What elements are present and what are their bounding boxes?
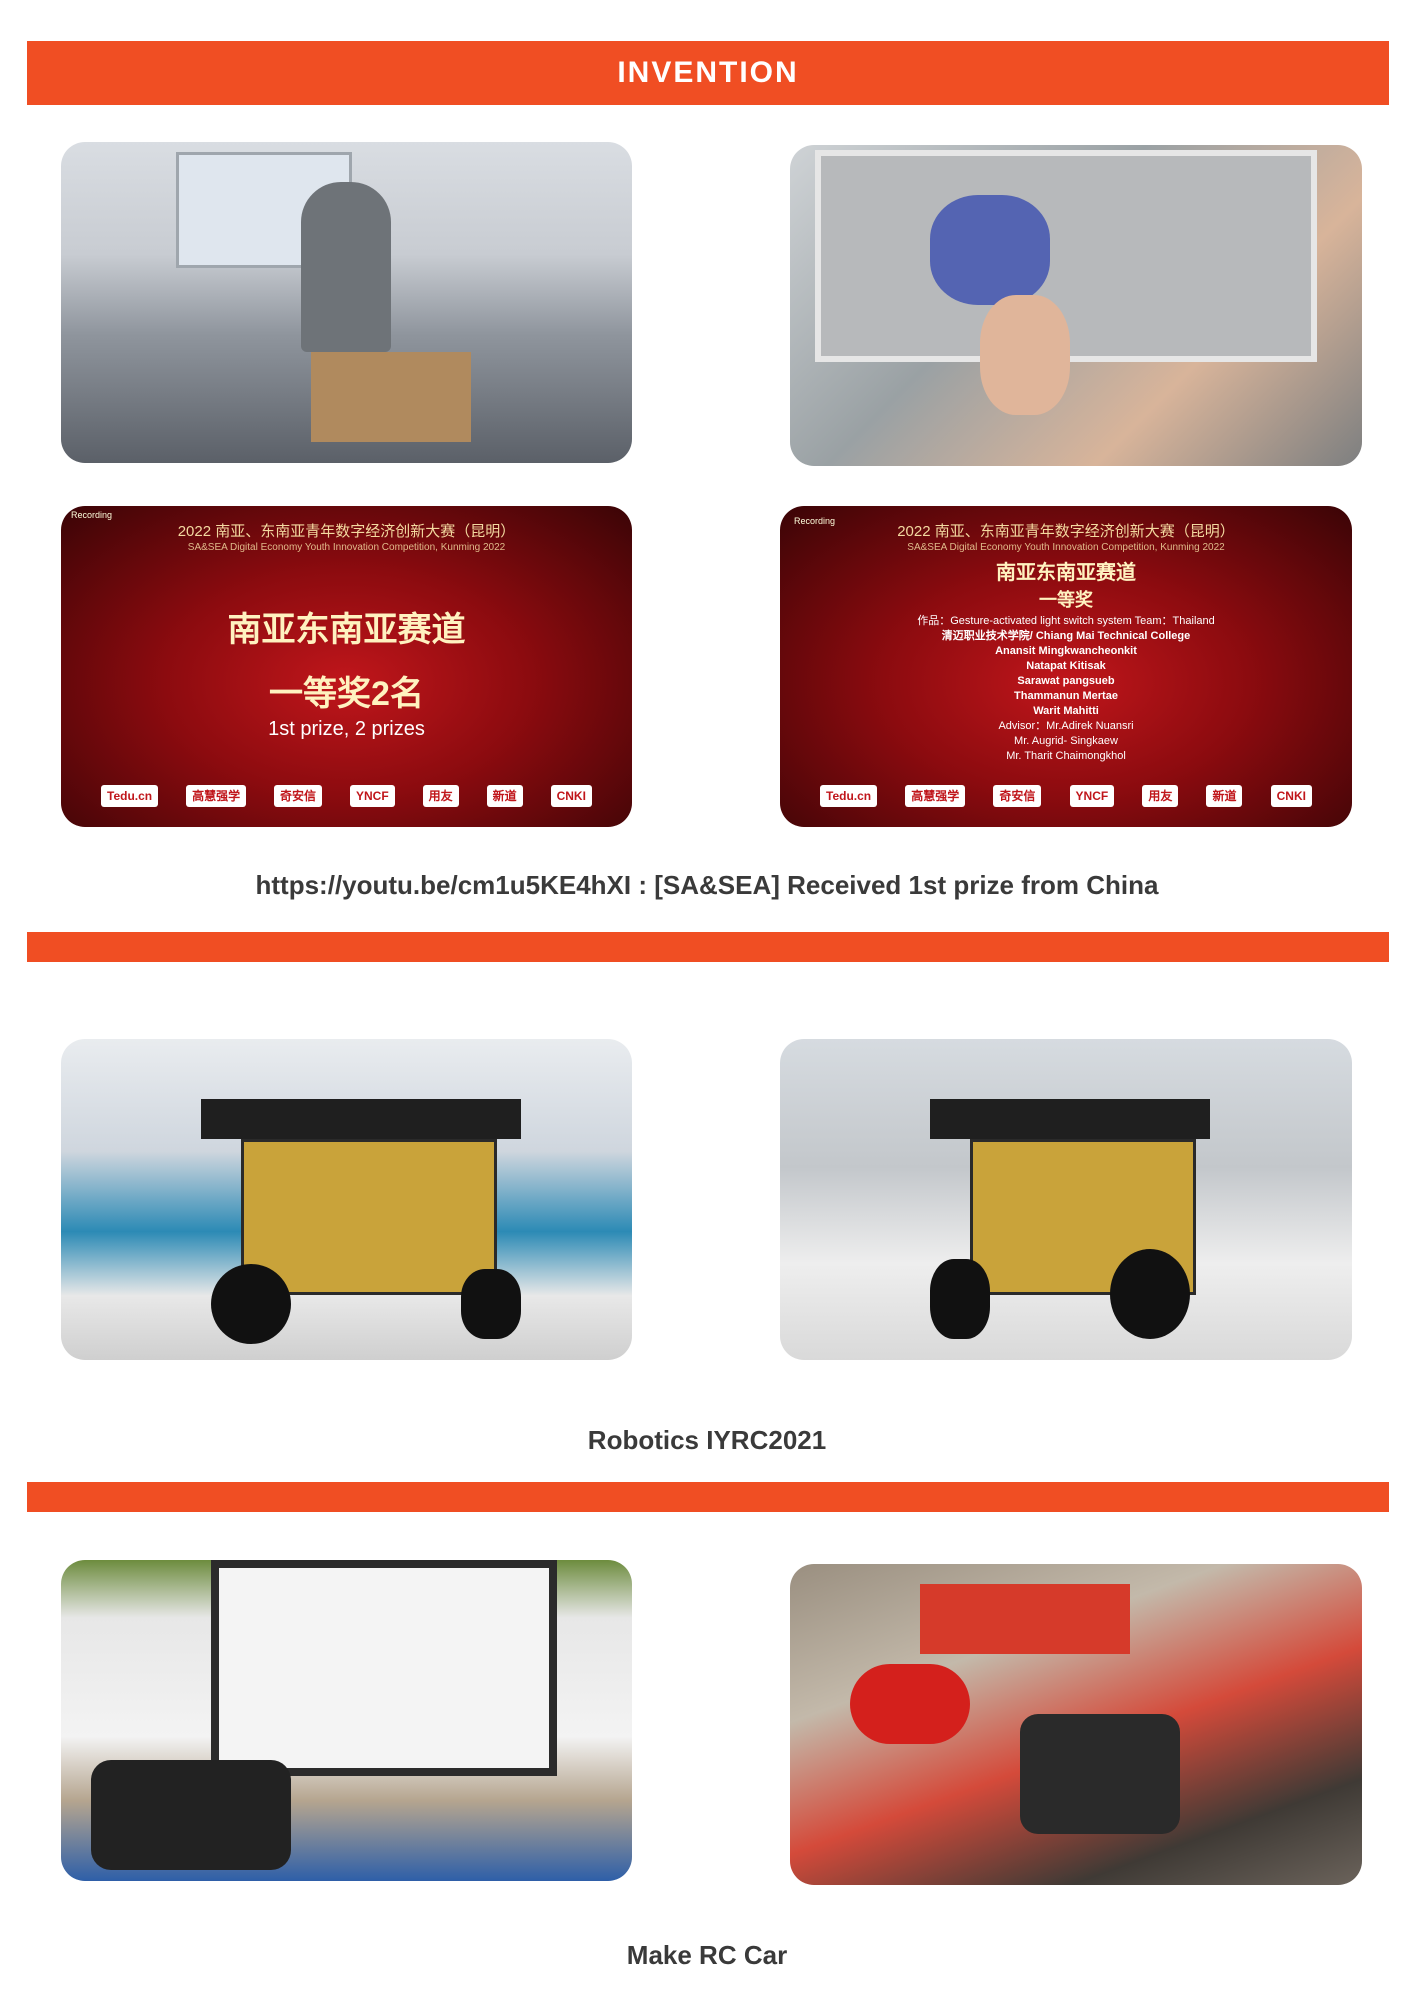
photo-hand-tracking — [790, 145, 1362, 466]
slide-prize-cn: 一等奖2名 — [269, 675, 424, 713]
photo-rccar-wiring — [61, 1560, 632, 1881]
robot-wheel — [461, 1269, 521, 1339]
student-figure — [301, 182, 391, 352]
photo-robot-left — [61, 1039, 632, 1360]
slide-subheader: SA&SEA Digital Economy Youth Innovation … — [187, 542, 506, 553]
slide-prize-cn: 一等奖 — [1039, 590, 1093, 610]
recording-label: Recording — [71, 510, 113, 520]
hand — [980, 295, 1070, 415]
slide-track: 南亚东南亚赛道 — [996, 562, 1136, 584]
rc-car-chassis — [1020, 1714, 1180, 1834]
logo-tedu: Tedu.cn — [101, 785, 159, 807]
photo-student-with-invention — [61, 142, 632, 463]
toy-car — [850, 1664, 970, 1744]
monitor-with-diagram — [211, 1560, 557, 1776]
advisor-line: Advisor：Mr.Adirek Nuansri — [998, 720, 1134, 732]
photo-robot-right — [780, 1039, 1352, 1360]
logo-tedu: Tedu.cn — [820, 785, 878, 807]
slide-subheader: SA&SEA Digital Economy Youth Innovation … — [907, 542, 1225, 553]
logo-yonyou: 用友 — [422, 785, 459, 807]
photo-award-slide-right: Recording 2022 南亚、东南亚青年数字经济创新大赛（昆明） SA&S… — [780, 506, 1352, 827]
sponsor-logos: Tedu.cn 高慧强学 奇安信 YNCF 用友 新道 CNKI — [101, 781, 592, 811]
slide-header: 2022 南亚、东南亚青年数字经济创新大赛（昆明） — [177, 523, 516, 540]
logo-qianxin: 奇安信 — [274, 785, 323, 807]
member-name: Anansit Mingkwancheonkit — [995, 645, 1137, 657]
member-name: Warit Mahitti — [1033, 705, 1099, 717]
advisor-line: Mr. Tharit Chaimongkhol — [1006, 750, 1126, 762]
work-line: 作品：Gesture-activated light switch system… — [917, 615, 1215, 627]
slide-track: 南亚东南亚赛道 — [227, 611, 466, 649]
award-credits: 作品：Gesture-activated light switch system… — [780, 614, 1352, 764]
section-divider-robotics — [27, 932, 1389, 962]
logo-xindao: 新道 — [1206, 785, 1243, 807]
slide-header: 2022 南亚、东南亚青年数字经济创新大赛（昆明） — [897, 523, 1235, 540]
slide-prize-en: 1st prize, 2 prizes — [268, 718, 425, 740]
section-title: INVENTION — [617, 56, 799, 89]
robot-top-frame — [930, 1099, 1210, 1139]
robot-body — [241, 1139, 497, 1295]
member-name: Sarawat pangsueb — [1017, 675, 1115, 687]
robot-wheel — [1110, 1249, 1190, 1339]
logo-cnki: CNKI — [550, 785, 592, 807]
robot-top-frame — [201, 1099, 521, 1139]
invention-board — [311, 352, 471, 442]
sponsor-logos: Tedu.cn 高慧强学 奇安信 YNCF 用友 新道 CNKI — [820, 781, 1312, 811]
invention-caption: https://youtu.be/cm1u5KE4hXI : [SA&SEA] … — [255, 870, 1159, 900]
member-name: Thammanun Mertae — [1014, 690, 1118, 702]
logo-gaohui: 高慧强学 — [905, 785, 966, 807]
section-header-invention: INVENTION — [27, 41, 1389, 105]
rc-car-chassis — [91, 1760, 291, 1870]
logo-xindao: 新道 — [486, 785, 523, 807]
logo-yncf: YNCF — [1069, 785, 1115, 807]
photo-award-slide-left: Recording 2022 南亚、东南亚青年数字经济创新大赛（昆明） SA&S… — [61, 506, 632, 827]
section-divider-rccar — [27, 1482, 1389, 1512]
robot-wheel — [211, 1264, 291, 1344]
advisor-line: Mr. Augrid- Singkaew — [1014, 735, 1118, 747]
glove-hand — [930, 195, 1050, 305]
member-name: Natapat Kitisak — [1026, 660, 1106, 672]
robot-wheel — [930, 1259, 990, 1339]
school-line: 清迈职业技术学院/ Chiang Mai Technical College — [941, 630, 1191, 642]
logo-yonyou: 用友 — [1142, 785, 1179, 807]
robotics-caption: Robotics IYRC2021 — [587, 1425, 827, 1455]
logo-gaohui: 高慧强学 — [186, 785, 247, 807]
logo-cnki: CNKI — [1270, 785, 1312, 807]
rccar-caption: Make RC Car — [626, 1940, 788, 1970]
logo-yncf: YNCF — [350, 785, 395, 807]
photo-rccar-parts — [790, 1564, 1362, 1885]
logo-qianxin: 奇安信 — [993, 785, 1042, 807]
parts-tray — [920, 1584, 1130, 1654]
